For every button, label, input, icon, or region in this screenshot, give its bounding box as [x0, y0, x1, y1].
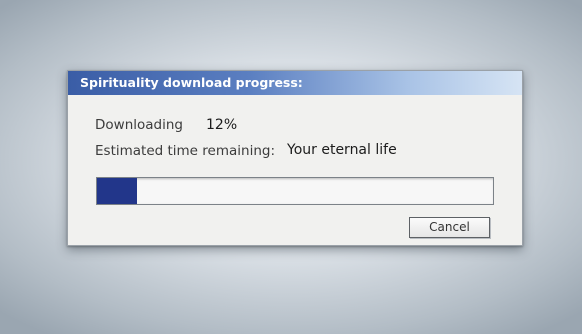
time-remaining-value: Your eternal life: [287, 142, 397, 158]
progress-bar: [96, 177, 494, 205]
progress-bar-fill: [97, 178, 137, 204]
downloading-label: Downloading: [95, 117, 183, 133]
cancel-button[interactable]: Cancel: [409, 217, 490, 238]
time-remaining-label: Estimated time remaining:: [95, 143, 275, 159]
downloading-percent: 12%: [206, 117, 238, 133]
dialog-titlebar[interactable]: Spirituality download progress:: [68, 71, 522, 95]
dialog-title: Spirituality download progress:: [80, 75, 303, 90]
download-dialog: Spirituality download progress: Download…: [67, 70, 523, 246]
